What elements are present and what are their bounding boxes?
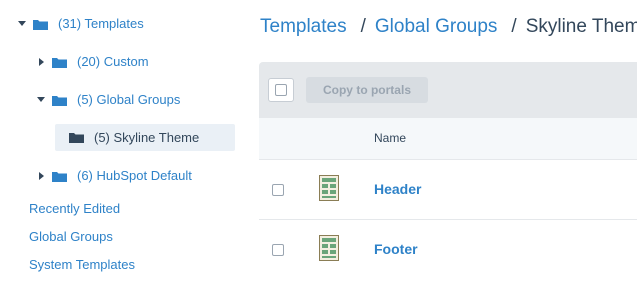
tree-item-label: (20) Custom — [77, 54, 149, 69]
tree-item-label: (31) Templates — [58, 16, 144, 31]
breadcrumb-current: Skyline Theme — [525, 16, 637, 37]
tree-item-global-groups[interactable]: (5) Global Groups — [36, 87, 180, 113]
tree-item-skyline-theme[interactable]: (5) Skyline Theme — [55, 124, 235, 151]
breadcrumb-templates[interactable]: Templates — [260, 16, 347, 38]
template-name-link[interactable]: Header — [374, 181, 421, 197]
tree-item-label: (6) HubSpot Default — [77, 168, 192, 183]
templates-page: (31) Templates (20) Custom (5) Global Gr… — [0, 0, 637, 282]
folder-icon — [52, 171, 67, 182]
tree-item-templates[interactable]: (31) Templates — [17, 11, 144, 37]
select-all-wrapper[interactable] — [268, 78, 294, 102]
breadcrumb-global-groups[interactable]: Global Groups — [375, 16, 498, 38]
breadcrumb: Templates / Global Groups / Skyline Them… — [260, 14, 637, 40]
folder-sidebar: (31) Templates (20) Custom (5) Global Gr… — [0, 0, 245, 282]
folder-icon — [52, 95, 67, 106]
breadcrumb-separator: / — [511, 16, 517, 37]
select-all-checkbox[interactable] — [275, 84, 287, 96]
tree-item-label: (5) Global Groups — [77, 92, 181, 107]
bulk-actions-toolbar: Copy to portals — [259, 62, 637, 118]
table-row: Footer — [259, 220, 637, 280]
tree-item-label: (5) Skyline Theme — [94, 129, 200, 145]
folder-icon — [69, 132, 84, 143]
table-row: Header — [259, 160, 637, 220]
caret-right-icon[interactable] — [36, 57, 46, 67]
row-checkbox[interactable] — [272, 244, 284, 256]
tree-item-hubspot-default[interactable]: (6) HubSpot Default — [36, 163, 192, 189]
tree-item-custom[interactable]: (20) Custom — [36, 49, 149, 75]
recently-edited-link[interactable]: Recently Edited — [29, 201, 120, 216]
column-header-name[interactable]: Name — [374, 131, 406, 145]
template-icon — [319, 175, 339, 201]
folder-icon — [33, 19, 48, 30]
folder-icon — [52, 57, 67, 68]
copy-to-portals-button[interactable]: Copy to portals — [306, 77, 428, 103]
caret-right-icon[interactable] — [36, 171, 46, 181]
caret-down-icon[interactable] — [17, 19, 27, 29]
caret-down-icon[interactable] — [36, 95, 46, 105]
breadcrumb-separator: / — [360, 16, 366, 37]
system-templates-link[interactable]: System Templates — [29, 257, 135, 272]
row-checkbox[interactable] — [272, 184, 284, 196]
global-groups-link[interactable]: Global Groups — [29, 229, 113, 244]
table-header: Name — [259, 118, 637, 160]
template-icon — [319, 235, 339, 261]
template-name-link[interactable]: Footer — [374, 241, 418, 257]
